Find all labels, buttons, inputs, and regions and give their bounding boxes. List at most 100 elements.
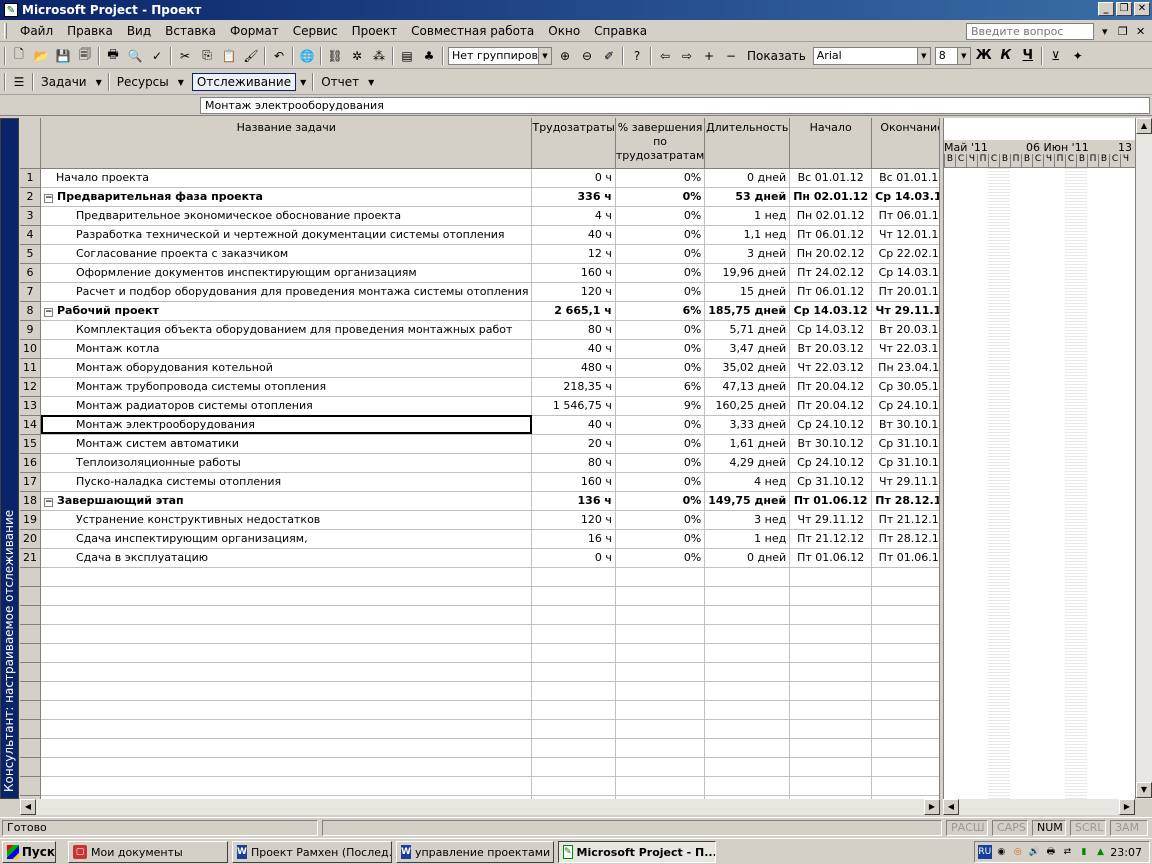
row-number[interactable]: 3 [20,206,41,226]
taskbar-item-word-2[interactable]: W управление проектами (... [396,841,554,863]
row-number[interactable]: 14 [20,415,41,435]
cell-duration[interactable]: 15 дней [704,282,791,302]
row-number[interactable] [20,681,41,701]
cell-duration[interactable]: 0 дней [704,548,791,568]
cell-task-name[interactable]: Начало проекта [40,168,533,188]
empty-row[interactable] [20,776,939,796]
link-tasks-icon[interactable]: ⛓ [324,45,346,67]
cell-duration[interactable]: 4,29 дней [704,453,791,473]
cell-start[interactable]: Чт 29.11.12 [789,510,873,530]
cell-task-name[interactable]: Расчет и подбор оборудования для проведе… [40,282,533,302]
cell-finish[interactable]: Ср 14.03.12 [871,263,939,283]
cell-task-name[interactable]: Монтаж оборудования котельной [40,358,533,378]
task-row[interactable]: 1 Начало проекта 0 ч 0% 0 дней Вс 01.01.12 Вс … [20,168,939,188]
cell-duration[interactable]: 3,47 дней [704,339,791,359]
volume-icon[interactable]: 🔊 [1028,845,1042,859]
cell-task-name[interactable]: Оформление документов инспектирующим орг… [40,263,533,283]
unlink-tasks-icon[interactable]: ✲ [346,45,368,67]
maximize-button[interactable]: ❐ [1116,2,1132,16]
cell-finish[interactable]: Пн 23.04.12 [871,358,939,378]
empty-cell[interactable] [871,624,939,644]
empty-cell[interactable] [871,586,939,606]
cell-work[interactable]: 218,35 ч [531,377,616,397]
minimize-button[interactable]: _ [1098,2,1114,16]
task-row[interactable]: 11 Монтаж оборудования котельной 480 ч 0% 35… [20,358,939,378]
scroll-up-icon[interactable]: ▲ [1136,118,1152,134]
row-number[interactable]: 16 [20,453,41,473]
cell-task-name[interactable]: Согласование проекта с заказчиком [40,244,533,264]
empty-cell[interactable] [615,738,706,758]
collapse-icon[interactable]: − [44,498,53,507]
empty-cell[interactable] [789,700,873,720]
row-number[interactable]: 12 [20,377,41,397]
cell-pct[interactable]: 0% [615,263,706,283]
cell-task-name[interactable]: Комплектация объекта оборудованием для п… [40,320,533,340]
cell-work[interactable]: 20 ч [531,434,616,454]
vertical-scrollbar[interactable]: ▲ ▼ [1135,118,1152,799]
gantt-scroll-right-icon[interactable]: ▶ [1119,799,1135,815]
cell-finish[interactable]: Пт 21.12.12 [871,510,939,530]
task-row[interactable]: 17 Пуско-наладка системы отопления 160 ч 0%… [20,472,939,492]
cell-task-name[interactable]: Предварительное экономическое обосновани… [40,206,533,226]
spelling-icon[interactable]: ✓ [146,45,168,67]
italic-button[interactable]: К [995,48,1017,63]
row-number[interactable]: 20 [20,529,41,549]
empty-cell[interactable] [789,586,873,606]
task-row[interactable]: 20 Сдача инспектирующим организациям, 16 ч… [20,529,939,549]
empty-cell[interactable] [615,719,706,739]
cell-start[interactable]: Ср 14.03.12 [789,320,873,340]
task-row[interactable]: 18− Завершающий этап 136 ч 0% 149,75 дней Пт … [20,491,939,511]
cell-work[interactable]: 120 ч [531,282,616,302]
new-icon[interactable]: 🗋 [8,45,30,67]
row-number[interactable] [20,757,41,777]
empty-cell[interactable] [531,586,616,606]
cell-duration[interactable]: 3 нед [704,510,791,530]
report-dropdown-icon[interactable]: ▼ [364,78,378,87]
empty-cell[interactable] [704,586,791,606]
task-row[interactable]: 10 Монтаж котла 40 ч 0% 3,47 дней Вт 20.03.12… [20,339,939,359]
font-size-dropdown-icon[interactable]: ▼ [956,47,970,64]
cell-pct[interactable]: 6% [615,377,706,397]
sheet-horizontal-scrollbar[interactable]: ◀ ▶ [20,799,940,815]
cell-duration[interactable]: 47,13 дней [704,377,791,397]
cell-finish[interactable]: Пт 01.06.12 [871,548,939,568]
empty-cell[interactable] [40,700,533,720]
cell-task-name[interactable]: Устранение конструктивных недостатков [40,510,533,530]
cell-pct[interactable]: 0% [615,244,706,264]
menu-project[interactable]: Проект [345,21,405,41]
cell-finish[interactable]: Вт 20.03.12 [871,320,939,340]
row-number[interactable]: 2 [20,187,41,207]
empty-cell[interactable] [789,719,873,739]
help-dropdown-icon[interactable]: ▾ [1102,25,1108,38]
task-row[interactable]: 8− Рабочий проект 2 665,1 ч 6% 185,75 дней Ср… [20,301,939,321]
report-view-button[interactable]: Отчет [316,75,364,89]
row-number[interactable] [20,586,41,606]
empty-cell[interactable] [615,681,706,701]
cell-duration[interactable]: 53 дней [704,187,791,207]
cell-task-name[interactable]: − Предварительная фаза проекта [40,187,533,207]
cell-start[interactable]: Ср 24.10.12 [789,415,873,435]
empty-cell[interactable] [531,605,616,625]
cell-start[interactable]: Пт 01.06.12 [789,491,873,511]
row-number[interactable]: 1 [20,168,41,188]
cell-work[interactable]: 40 ч [531,225,616,245]
cell-finish[interactable]: Пт 28.12.12 [871,491,939,511]
grouping-dropdown-icon[interactable]: ▼ [538,47,551,64]
cell-task-name[interactable]: Сдача инспектирующим организациям, [40,529,533,549]
gantt-scroll-left-icon[interactable]: ◀ [943,799,959,815]
driver-icon[interactable]: ▮ [1077,845,1091,859]
row-number[interactable]: 8 [20,301,41,321]
menu-file[interactable]: Файл [13,21,60,41]
cell-start[interactable]: Вс 01.01.12 [789,168,873,188]
task-row[interactable]: 3 Предварительное экономическое обоснован… [20,206,939,226]
cut-icon[interactable]: ✂ [174,45,196,67]
cell-work[interactable]: 160 ч [531,263,616,283]
column-header-work[interactable]: Трудозатраты [531,118,616,169]
cell-task-name[interactable]: Монтаж электрооборудования [40,415,533,435]
cell-start[interactable]: Ср 24.10.12 [789,453,873,473]
font-dropdown-icon[interactable]: ▼ [916,47,930,64]
printer-icon[interactable]: 🖶 [1044,845,1058,859]
tasks-dropdown-icon[interactable]: ▼ [92,78,106,87]
empty-cell[interactable] [40,757,533,777]
row-number[interactable]: 4 [20,225,41,245]
